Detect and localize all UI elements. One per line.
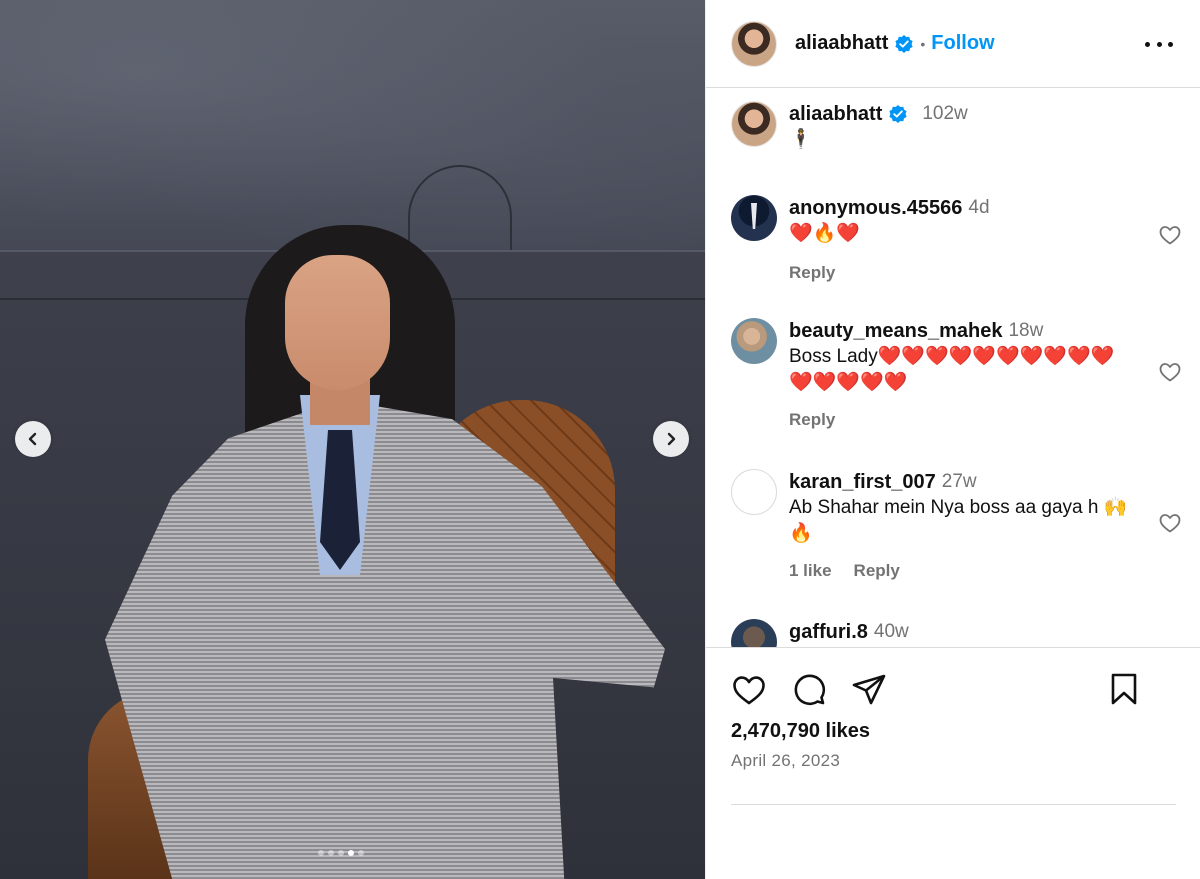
- comment-time[interactable]: 18w: [1008, 320, 1043, 342]
- comment-likes[interactable]: 1 like: [789, 561, 832, 581]
- comment-time[interactable]: 40w: [874, 621, 909, 643]
- share-icon: [852, 674, 886, 705]
- comments-list[interactable]: aliaabhatt 102w 🕴 anonymous.45566 4d ❤️🔥: [706, 89, 1200, 647]
- comment-item: gaffuri.8 40w: [731, 619, 1186, 647]
- carousel-indicator: [318, 850, 364, 856]
- comment-heart-icon[interactable]: [1158, 360, 1182, 384]
- avatar[interactable]: [731, 619, 777, 647]
- comment-username[interactable]: karan_first_007: [789, 471, 936, 494]
- heart-icon: [733, 676, 765, 705]
- more-options-button[interactable]: [1145, 32, 1173, 56]
- comment-item: anonymous.45566 4d ❤️🔥❤️ Reply: [731, 195, 1186, 283]
- comment-text: ❤️🔥❤️: [789, 223, 860, 244]
- comment-username[interactable]: gaffuri.8: [789, 621, 868, 644]
- follow-button[interactable]: Follow: [931, 32, 994, 55]
- comment-text: Boss Lady❤️❤️❤️❤️❤️❤️❤️❤️❤️❤️❤️❤️❤️❤️❤️: [789, 346, 1115, 393]
- avatar[interactable]: [731, 20, 777, 67]
- post-date[interactable]: April 26, 2023: [731, 751, 840, 771]
- comment-item: karan_first_007 27w Ab Shahar mein Nya b…: [731, 469, 1186, 581]
- carousel-dot: [348, 850, 354, 856]
- post-media[interactable]: [0, 0, 705, 879]
- carousel-dot: [358, 850, 364, 856]
- more-icon-dot: [1145, 41, 1150, 47]
- comment-username[interactable]: beauty_means_mahek: [789, 320, 1002, 343]
- chevron-right-icon: [667, 432, 676, 446]
- caption: aliaabhatt 102w 🕴: [731, 101, 1186, 153]
- carousel-dot: [318, 850, 324, 856]
- caption-username[interactable]: aliaabhatt: [789, 103, 882, 126]
- previous-slide-button[interactable]: [15, 421, 51, 457]
- header-separator: •: [920, 35, 926, 52]
- avatar[interactable]: [731, 195, 777, 241]
- post-side-panel: aliaabhatt • Follow aliaabhatt 102w 🕴 an…: [705, 0, 1200, 879]
- like-button[interactable]: [731, 672, 767, 708]
- post-footer: 2,470,790 likes April 26, 2023: [706, 647, 1200, 879]
- comment-time[interactable]: 27w: [942, 471, 977, 493]
- chevron-left-icon: [28, 432, 37, 446]
- comment-username[interactable]: anonymous.45566: [789, 197, 962, 220]
- comment-heart-icon[interactable]: [1158, 511, 1182, 535]
- share-button[interactable]: [851, 672, 887, 708]
- likes-count[interactable]: 2,470,790 likes: [731, 720, 870, 743]
- action-bar: [731, 670, 1176, 710]
- comment-item: beauty_means_mahek 18w Boss Lady❤️❤️❤️❤️…: [731, 318, 1186, 430]
- header-username[interactable]: aliaabhatt: [795, 32, 888, 55]
- photo-person-face: [285, 255, 390, 390]
- comment-heart-icon[interactable]: [1158, 223, 1182, 247]
- add-comment-area[interactable]: [731, 804, 1176, 879]
- avatar[interactable]: [731, 101, 777, 147]
- comment-time[interactable]: 4d: [968, 197, 989, 219]
- verified-icon: [895, 34, 913, 53]
- bookmark-icon: [1111, 673, 1137, 705]
- more-icon-dot: [1156, 41, 1162, 47]
- carousel-dot: [338, 850, 344, 856]
- avatar[interactable]: [731, 469, 777, 515]
- comment-button[interactable]: [791, 672, 827, 708]
- photo-wall: [0, 0, 705, 250]
- reply-button[interactable]: Reply: [789, 410, 835, 430]
- comment-icon: [794, 674, 826, 706]
- avatar[interactable]: [731, 318, 777, 364]
- comment-text: Ab Shahar mein Nya boss aa gaya h 🙌🔥: [789, 497, 1128, 544]
- reply-button[interactable]: Reply: [789, 263, 835, 283]
- more-icon-dot: [1168, 41, 1173, 47]
- verified-icon: [889, 105, 907, 123]
- caption-time[interactable]: 102w: [922, 103, 967, 125]
- save-button[interactable]: [1107, 672, 1141, 706]
- post-header: aliaabhatt • Follow: [706, 0, 1200, 88]
- reply-button[interactable]: Reply: [854, 561, 900, 581]
- next-slide-button[interactable]: [653, 421, 689, 457]
- carousel-dot: [328, 850, 334, 856]
- caption-text: 🕴: [789, 129, 813, 150]
